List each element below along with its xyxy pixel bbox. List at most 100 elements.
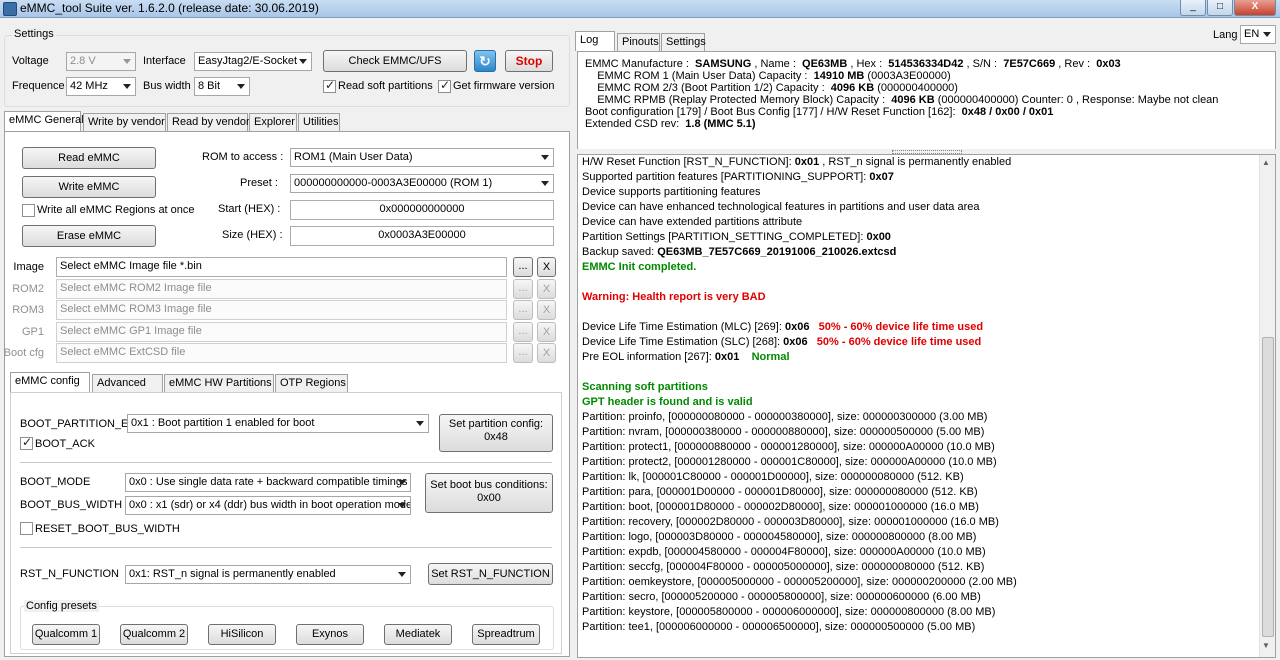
minimize-button[interactable]: _ <box>1180 0 1206 16</box>
lang-select[interactable]: EN <box>1240 25 1276 44</box>
refresh-icon[interactable]: ↻ <box>474 50 496 72</box>
log-line: EMMC Init completed. <box>582 260 1252 275</box>
clear-icon[interactable]: X <box>537 321 556 342</box>
chevron-down-icon <box>416 421 424 426</box>
log-line: GPT header is found and is valid <box>582 395 1252 410</box>
tab-explorer[interactable]: Explorer <box>249 113 297 131</box>
log-text: , Hex : <box>847 58 889 70</box>
close-button[interactable]: X <box>1234 0 1276 16</box>
log-line: Partition Settings [PARTITION_SETTING_CO… <box>582 230 1252 245</box>
scrollbar-thumb[interactable] <box>1262 337 1274 637</box>
config-preset-button[interactable]: Qualcomm 2 <box>120 624 188 645</box>
read-emmc-button[interactable]: Read eMMC <box>22 147 156 169</box>
rst-n-function-select[interactable]: 0x1: RST_n signal is permanently enabled <box>125 565 411 584</box>
read-soft-partitions-checkbox[interactable] <box>323 78 336 93</box>
set-boot-bus-value: 0x00 <box>477 492 501 504</box>
chevron-down-icon <box>123 84 131 89</box>
set-boot-bus-button[interactable]: Set boot bus conditions: 0x00 <box>425 473 553 513</box>
log-text: 0x01 <box>714 351 740 363</box>
frequence-select[interactable]: 42 MHz <box>66 77 136 96</box>
log-text: Partition: tee1, [000006000000 - 0000065… <box>582 621 976 633</box>
rom-access-select[interactable]: ROM1 (Main User Data) <box>290 148 554 167</box>
tab-pinouts[interactable]: Pinouts <box>617 33 660 51</box>
get-firmware-version-label: Get firmware version <box>453 80 555 92</box>
browse-button[interactable]: ... <box>513 257 533 277</box>
erase-emmc-button[interactable]: Erase eMMC <box>22 225 156 247</box>
log-scrollbar[interactable]: ▲ ▼ <box>1259 155 1275 657</box>
tab-emmc-hw-partitions[interactable]: eMMC HW Partitions <box>164 374 274 392</box>
voltage-select[interactable]: 2.8 V <box>66 52 136 71</box>
preset-select[interactable]: 000000000000-0003A3E00000 (ROM 1) <box>290 174 554 193</box>
boot-partition-en-select[interactable]: 0x1 : Boot partition 1 enabled for boot <box>127 414 429 433</box>
log-text: , Rev : <box>1055 58 1097 70</box>
log-line: Device Life Time Estimation (SLC) [268]:… <box>582 335 1252 350</box>
clear-icon[interactable]: X <box>537 300 556 320</box>
image-file-input[interactable]: Select eMMC ExtCSD file <box>56 343 507 363</box>
set-rst-n-function-button[interactable]: Set RST_N_FUNCTION <box>428 563 553 585</box>
set-partition-config-button[interactable]: Set partition config: 0x48 <box>439 414 553 452</box>
chevron-down-icon <box>299 59 307 64</box>
tab-read-by-vendor[interactable]: Read by vendor <box>167 113 250 131</box>
boot-bus-width-label: BOOT_BUS_WIDTH <box>20 499 123 511</box>
chevron-down-icon <box>237 84 245 89</box>
config-preset-button[interactable]: Exynos <box>296 624 364 645</box>
tab-emmc-config[interactable]: eMMC config <box>10 372 90 392</box>
log-text: Device can have enhanced technological f… <box>582 201 980 213</box>
browse-button[interactable]: ... <box>513 300 533 320</box>
device-info-line: Boot configuration [179] / Boot Bus Conf… <box>585 106 1218 118</box>
size-hex-input[interactable]: 0x0003A3E00000 <box>290 226 554 246</box>
scroll-down-icon[interactable]: ▼ <box>1262 641 1270 650</box>
clear-icon[interactable]: X <box>537 343 556 363</box>
app-icon <box>3 2 17 16</box>
log-line: Partition: keystore, [000005800000 - 000… <box>582 605 1252 620</box>
browse-button[interactable]: ... <box>513 343 533 363</box>
image-row-label: GP1 <box>21 325 44 338</box>
image-file-input[interactable]: Select eMMC ROM2 Image file <box>56 278 507 299</box>
image-file-input[interactable]: Select eMMC GP1 Image file <box>56 321 507 342</box>
tab-log[interactable]: Log <box>575 31 615 51</box>
tab-utilities[interactable]: Utilities <box>298 113 340 131</box>
write-emmc-button[interactable]: Write eMMC <box>22 176 156 198</box>
chevron-down-icon <box>398 480 406 485</box>
clear-icon[interactable]: X <box>537 278 556 299</box>
tab-emmc-general[interactable]: eMMC General <box>4 111 84 131</box>
config-preset-button[interactable]: Qualcomm 1 <box>32 624 100 645</box>
scroll-up-icon[interactable]: ▲ <box>1262 158 1270 167</box>
log-text: EMMC ROM 2/3 (Boot Partition 1/2) Capaci… <box>585 82 831 94</box>
log-panel: H/W Reset Function [RST_N_FUNCTION]: 0x0… <box>577 154 1276 658</box>
write-all-regions-checkbox[interactable] <box>22 204 35 217</box>
boot-ack-checkbox[interactable] <box>20 435 33 450</box>
tab-advanced[interactable]: Advanced <box>92 374 163 392</box>
interface-select[interactable]: EasyJtag2/E-Socket <box>194 52 312 71</box>
maximize-button[interactable]: □ <box>1207 0 1233 16</box>
start-hex-input[interactable]: 0x000000000000 <box>290 200 554 220</box>
rst-n-function-label: RST_N_FUNCTION <box>20 568 120 580</box>
tab-otp-regions[interactable]: OTP Regions <box>275 374 348 392</box>
config-preset-button[interactable]: HiSilicon <box>208 624 276 645</box>
check-emmc-button[interactable]: Check EMMC/UFS <box>323 50 467 72</box>
log-line: H/W Reset Function [RST_N_FUNCTION]: 0x0… <box>582 155 1252 170</box>
stop-button[interactable]: Stop <box>505 50 553 72</box>
config-preset-button[interactable]: Spreadtrum <box>472 624 540 645</box>
log-text: SAMSUNG <box>695 58 752 70</box>
boot-bus-width-select[interactable]: 0x0 : x1 (sdr) or x4 (ddr) bus width in … <box>125 496 411 515</box>
tab-write-by-vendor[interactable]: Write by vendor <box>83 113 166 131</box>
config-preset-button[interactable]: Mediatek <box>384 624 452 645</box>
image-file-input[interactable]: Select eMMC Image file *.bin <box>56 257 507 277</box>
log-text: Partition: lk, [000001C80000 - 000001D00… <box>582 471 964 483</box>
image-row-label: Boot cfg <box>3 347 44 359</box>
log-text: EMMC RPMB (Replay Protected Memory Block… <box>585 94 892 106</box>
clear-icon[interactable]: X <box>537 257 556 277</box>
log-text: EMMC ROM 1 (Main User Data) Capacity : <box>585 70 814 82</box>
boot-mode-select[interactable]: 0x0 : Use single data rate + backward co… <box>125 473 411 492</box>
tab-settings[interactable]: Settings <box>661 33 706 51</box>
reset-boot-bus-width-checkbox[interactable] <box>20 522 33 535</box>
frequence-value: 42 MHz <box>70 80 108 92</box>
log-text: EMMC Init completed. <box>582 261 697 273</box>
get-firmware-version-checkbox[interactable] <box>438 78 451 93</box>
log-line: Partition: oemkeystore, [000005000000 - … <box>582 575 1252 590</box>
browse-button[interactable]: ... <box>513 321 533 342</box>
bus-width-select[interactable]: 8 Bit <box>194 77 250 96</box>
browse-button[interactable]: ... <box>513 278 533 299</box>
image-file-input[interactable]: Select eMMC ROM3 Image file <box>56 300 507 320</box>
